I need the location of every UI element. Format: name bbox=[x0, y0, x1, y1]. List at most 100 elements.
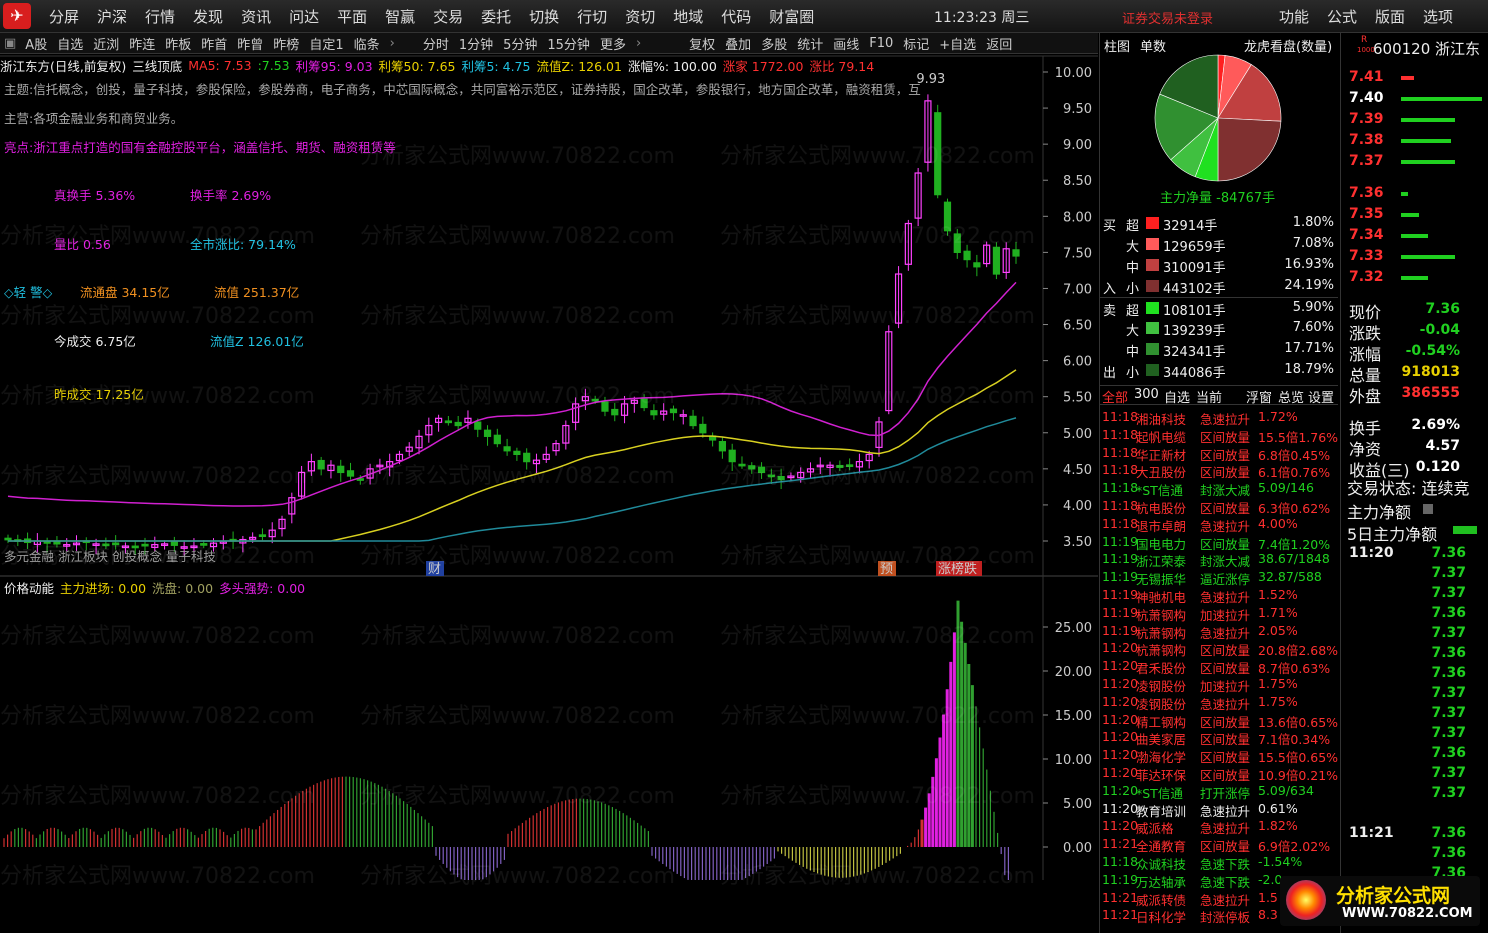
candle-body bbox=[718, 441, 727, 452]
news-value: 1.82% bbox=[1258, 818, 1298, 834]
news-time: 11:19 bbox=[1102, 871, 1139, 887]
news-item[interactable]: 11:20 威派格 急速拉升 1.82% bbox=[1102, 818, 1338, 837]
news-item[interactable]: 11:20 精工钢构 区间放量 13.6倍0.65% bbox=[1102, 712, 1338, 730]
news-item[interactable]: 11:18 众诚科技 急速下跌 -1.54% bbox=[1102, 854, 1338, 872]
news-event: 区间放量 bbox=[1200, 839, 1251, 855]
flow-level: 小 bbox=[1126, 366, 1140, 381]
flow-pct: 17.71% bbox=[1284, 341, 1334, 356]
sub-chart-title[interactable]: 价格动能 bbox=[4, 578, 54, 597]
login-status[interactable]: 证券交易未登录 bbox=[1122, 8, 1213, 27]
candle-body bbox=[483, 429, 492, 437]
news-event: 区间放量 bbox=[1200, 732, 1251, 748]
news-item[interactable]: 11:20 菲达环保 区间放量 10.9倍0.21% bbox=[1102, 765, 1338, 783]
news-item[interactable]: 11:19 神驰机电 急速拉升 1.52% bbox=[1102, 587, 1338, 605]
yaxis-label: 6.50 bbox=[1063, 319, 1092, 334]
news-event: 区间放量 bbox=[1200, 536, 1251, 552]
tab-all[interactable]: 全部 bbox=[1102, 387, 1128, 406]
news-stock: 华正新材 bbox=[1136, 447, 1187, 463]
news-item[interactable]: 11:18 湘油科技 急速拉升 1.72% bbox=[1102, 409, 1338, 427]
candle-body bbox=[611, 408, 619, 416]
tick-price: 7.36 bbox=[1431, 745, 1466, 761]
candle-body bbox=[846, 464, 854, 468]
sub-yaxis-label: 10.00 bbox=[1055, 753, 1092, 768]
tab-current[interactable]: 当前 bbox=[1196, 387, 1222, 406]
news-item[interactable]: 11:18 杭电股份 区间放量 6.3倍0.62% bbox=[1102, 498, 1338, 516]
news-tabs: 全部 300 自选 当前 浮窗 总览 设置 bbox=[1100, 385, 1338, 406]
news-item[interactable]: 11:20 *ST信通 打开涨停 5.09/634 bbox=[1102, 782, 1338, 801]
news-value: 1.75% bbox=[1258, 693, 1298, 709]
news-item[interactable]: 11:18 大丑股份 区间放量 6.1倍0.76% bbox=[1102, 462, 1338, 480]
main-chart[interactable]: 10.00 9.50 9.00 8.50 8.00 7.50 7.00 6.50 6.00 5.5… bbox=[0, 0, 1098, 880]
book-price: 7.39 bbox=[1349, 111, 1384, 127]
news-value: 15.5倍1.76% bbox=[1258, 429, 1339, 445]
flow-volume: 310091手 bbox=[1163, 261, 1226, 276]
news-item[interactable]: 11:21 全通教育 区间放量 6.9倍2.02% bbox=[1102, 836, 1338, 855]
candle-body bbox=[699, 423, 707, 434]
news-stock: 杭萧钢构 bbox=[1136, 607, 1187, 623]
news-item[interactable]: 11:20 曲美家居 区间放量 7.1倍0.34% bbox=[1102, 729, 1338, 748]
news-item[interactable]: 11:19 无锡振华 逼近涨停 32.87/588 bbox=[1102, 569, 1338, 587]
news-value: 7.4倍1.20% bbox=[1258, 536, 1331, 552]
news-stock: *ST信通 bbox=[1136, 785, 1183, 801]
tab-settings[interactable]: 设置 bbox=[1308, 387, 1334, 406]
news-event: 急速下跌 bbox=[1200, 874, 1251, 890]
news-event: 急速拉升 bbox=[1200, 625, 1251, 641]
news-item[interactable]: 11:18 起帆电缆 区间放量 15.5倍1.76% bbox=[1102, 427, 1339, 445]
news-event: 急速拉升 bbox=[1200, 803, 1251, 819]
sector-tags: 多元金融 浙江板块 创投概念 量子科技 bbox=[4, 549, 216, 564]
sub-yaxis-label: 25.00 bbox=[1055, 621, 1092, 636]
news-item[interactable]: 11:20 君禾股份 区间放量 8.7倍0.63% bbox=[1102, 658, 1338, 676]
news-stock: 全通教育 bbox=[1136, 839, 1187, 855]
book-bar bbox=[1401, 255, 1455, 259]
jcj-stat: 今成交 6.75亿 bbox=[54, 334, 136, 349]
flow-pct: 1.80% bbox=[1292, 215, 1334, 230]
flow-color-swatch bbox=[1146, 364, 1159, 376]
flow-color-swatch bbox=[1146, 302, 1159, 314]
news-item[interactable]: 11:20 凌钢股份 急速拉升 1.75% bbox=[1102, 693, 1338, 712]
flow-volume: 344086手 bbox=[1163, 366, 1226, 381]
news-value: 5.09/146 bbox=[1258, 480, 1314, 496]
news-item[interactable]: 11:20 杭萧钢构 区间放量 20.8倍2.68% bbox=[1102, 640, 1339, 659]
news-item[interactable]: 11:19 浙江荣泰 封涨大减 38.67/1848 bbox=[1102, 551, 1338, 570]
right-menu-item-3[interactable]: 选项 bbox=[1414, 0, 1462, 33]
yaxis-label: 9.00 bbox=[1063, 138, 1092, 153]
news-item[interactable]: 11:20 教育培训 急速拉升 0.61% bbox=[1102, 801, 1338, 819]
tab-zx[interactable]: 自选 bbox=[1164, 387, 1190, 406]
news-event: 打开涨停 bbox=[1200, 785, 1251, 801]
news-value: 1.75% bbox=[1258, 676, 1298, 691]
tab-float[interactable]: 浮窗 bbox=[1246, 387, 1272, 406]
book-bar bbox=[1401, 213, 1419, 217]
news-item[interactable]: 11:19 国电电力 区间放量 7.4倍1.20% bbox=[1102, 534, 1338, 552]
sub-yaxis-label: 20.00 bbox=[1055, 665, 1092, 680]
candle-body bbox=[317, 459, 325, 470]
news-stock: 浙江荣泰 bbox=[1136, 554, 1187, 570]
news-value: 20.8倍2.68% bbox=[1258, 643, 1339, 659]
tab-overview[interactable]: 总览 bbox=[1278, 387, 1304, 406]
flow-pct: 7.08% bbox=[1292, 236, 1334, 251]
news-value: 5.09/634 bbox=[1258, 782, 1314, 798]
tab-300[interactable]: 300 bbox=[1134, 387, 1159, 402]
candle-body bbox=[689, 415, 697, 427]
news-item[interactable]: 11:20 凌钢股份 加速拉升 1.75% bbox=[1102, 676, 1338, 694]
news-event: 区间放量 bbox=[1200, 768, 1251, 783]
news-stock: 国电电力 bbox=[1136, 536, 1187, 552]
news-item[interactable]: 11:18 退市卓朗 急速拉升 4.00% bbox=[1102, 516, 1338, 534]
news-event: 区间放量 bbox=[1200, 714, 1251, 730]
news-item[interactable]: 11:19 杭萧钢构 急速拉升 2.05% bbox=[1102, 623, 1338, 641]
right-menu-item-0[interactable]: 功能 bbox=[1270, 0, 1318, 33]
right-menu-item-1[interactable]: 公式 bbox=[1318, 0, 1366, 33]
flow-color-swatch bbox=[1146, 259, 1159, 271]
news-item[interactable]: 11:20 渤海化学 区间放量 15.5倍0.65% bbox=[1102, 747, 1338, 765]
news-item[interactable]: 11:18 *ST信通 封涨大减 5.09/146 bbox=[1102, 480, 1338, 498]
news-value: 1.72% bbox=[1258, 409, 1298, 424]
right-menu-item-2[interactable]: 版面 bbox=[1366, 0, 1414, 33]
candle-body bbox=[934, 112, 942, 196]
news-event: 急速拉升 bbox=[1200, 821, 1251, 837]
candle-body bbox=[669, 408, 678, 414]
news-stock: 日科化学 bbox=[1136, 910, 1187, 926]
news-value: 8.3 bbox=[1258, 907, 1278, 923]
news-item[interactable]: 11:19 杭萧钢构 加速拉升 1.71% bbox=[1102, 605, 1338, 623]
news-event: 急速下跌 bbox=[1200, 857, 1251, 872]
news-item[interactable]: 11:18 华正新材 区间放量 6.8倍0.45% bbox=[1102, 445, 1338, 463]
flow-level: 超 bbox=[1126, 219, 1140, 234]
